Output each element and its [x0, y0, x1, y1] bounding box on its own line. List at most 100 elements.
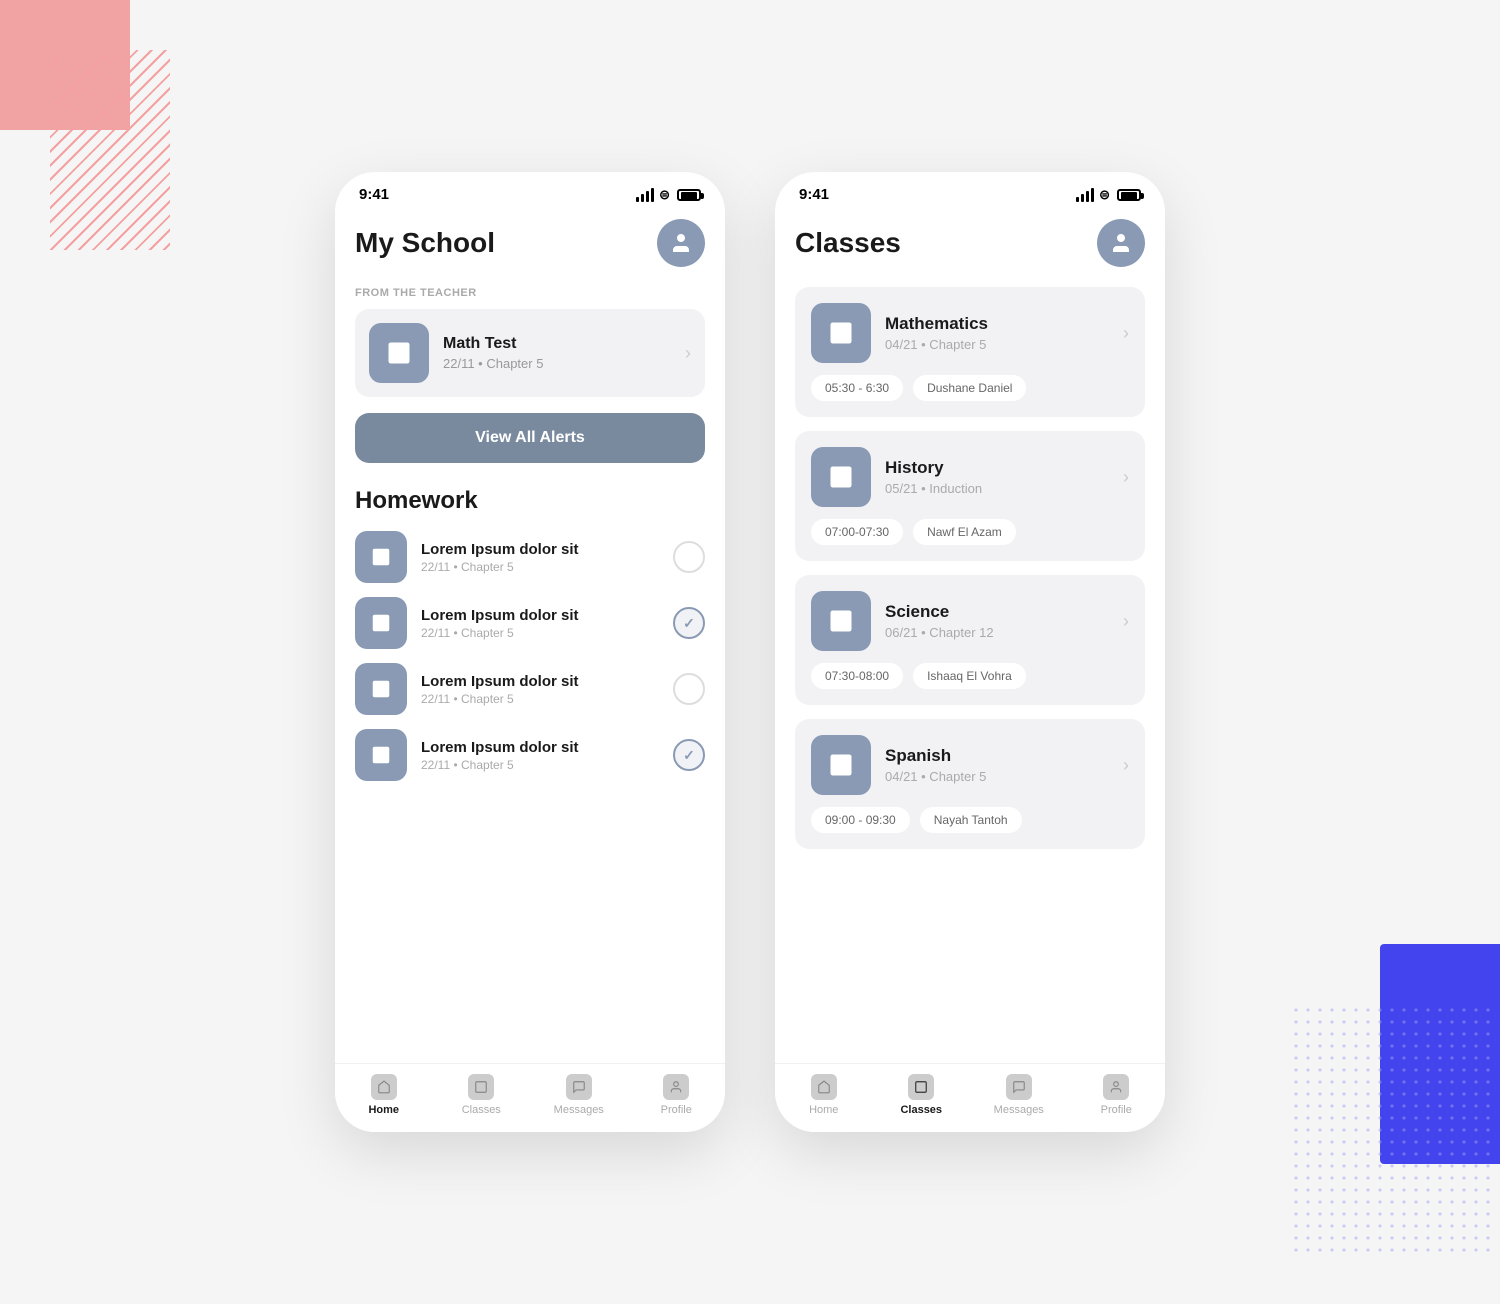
tab-label-classes-2: Classes — [900, 1104, 942, 1116]
wifi-icon-2: ⊜ — [1099, 187, 1110, 203]
decorative-dots — [1290, 1004, 1490, 1254]
tab-home-2[interactable]: Home — [775, 1074, 873, 1116]
class-chevron-science: › — [1123, 611, 1129, 632]
class-chevron-history: › — [1123, 467, 1129, 488]
tab-profile-2[interactable]: Profile — [1068, 1074, 1166, 1116]
hw-thumb-icon-1 — [370, 546, 392, 568]
home-svg-2 — [817, 1080, 831, 1094]
hw-thumb-icon-2 — [370, 612, 392, 634]
alert-thumb-icon — [385, 339, 413, 367]
hw-thumb-icon-4 — [370, 744, 392, 766]
class-card-spanish[interactable]: Spanish 04/21 • Chapter 5 › 09:00 - 09:3… — [795, 719, 1145, 849]
class-time-history: 07:00-07:30 — [811, 519, 903, 545]
battery-icon-2 — [1117, 189, 1141, 201]
page-title-1: My School — [355, 227, 495, 259]
class-title-science: Science — [885, 602, 1109, 622]
from-teacher-section: FROM THE TEACHER Math Test 22/11 • Chapt… — [355, 287, 705, 397]
classes-svg-2 — [914, 1080, 928, 1094]
alert-card[interactable]: Math Test 22/11 • Chapter 5 › — [355, 309, 705, 397]
class-thumb-math — [811, 303, 871, 363]
time-display-1: 9:41 — [359, 186, 389, 203]
class-thumb-icon-science — [827, 607, 855, 635]
messages-icon-1 — [566, 1074, 592, 1100]
hw-info-1: Lorem Ipsum dolor sit 22/11 • Chapter 5 — [421, 541, 659, 574]
tab-bar-2: Home Classes Messages Profile — [775, 1063, 1165, 1132]
view-all-alerts-button[interactable]: View All Alerts — [355, 413, 705, 463]
tab-bar-1: Home Classes Messages Profile — [335, 1063, 725, 1132]
hw-thumb-2 — [355, 597, 407, 649]
class-title-history: History — [885, 458, 1109, 478]
signal-icon-1 — [636, 188, 654, 202]
classes-svg-1 — [474, 1080, 488, 1094]
class-card-math[interactable]: Mathematics 04/21 • Chapter 5 › 05:30 - … — [795, 287, 1145, 417]
class-teacher-history: Nawf El Azam — [913, 519, 1016, 545]
class-thumb-spanish — [811, 735, 871, 795]
messages-svg-2 — [1012, 1080, 1026, 1094]
class-tags-spanish: 09:00 - 09:30 Nayah Tantoh — [811, 807, 1129, 833]
hw-check-2[interactable] — [673, 607, 705, 639]
hw-check-3[interactable] — [673, 673, 705, 705]
tab-home-1[interactable]: Home — [335, 1074, 433, 1116]
class-title-spanish: Spanish — [885, 746, 1109, 766]
class-thumb-icon-history — [827, 463, 855, 491]
hw-title-4: Lorem Ipsum dolor sit — [421, 739, 659, 756]
status-icons-2: ⊜ — [1076, 187, 1141, 203]
alert-info: Math Test 22/11 • Chapter 5 — [443, 335, 671, 371]
alert-thumb — [369, 323, 429, 383]
phone-1-content: My School FROM THE TEACHER — [335, 209, 725, 1063]
tab-label-profile-1: Profile — [661, 1104, 692, 1116]
tab-messages-1[interactable]: Messages — [530, 1074, 628, 1116]
class-thumb-icon-math — [827, 319, 855, 347]
class-subtitle-math: 04/21 • Chapter 5 — [885, 337, 1109, 352]
tab-messages-2[interactable]: Messages — [970, 1074, 1068, 1116]
home-svg-1 — [377, 1080, 391, 1094]
phone-2: 9:41 ⊜ Classes — [775, 172, 1165, 1132]
tab-classes-1[interactable]: Classes — [433, 1074, 531, 1116]
class-info-spanish: Spanish 04/21 • Chapter 5 — [885, 746, 1109, 784]
time-display-2: 9:41 — [799, 186, 829, 203]
class-card-science[interactable]: Science 06/21 • Chapter 12 › 07:30-08:00… — [795, 575, 1145, 705]
class-teacher-spanish: Nayah Tantoh — [920, 807, 1022, 833]
phones-container: 9:41 ⊜ My School FROM TH — [335, 172, 1165, 1132]
tab-label-classes-1: Classes — [462, 1104, 501, 1116]
class-teacher-science: Ishaaq El Vohra — [913, 663, 1026, 689]
status-bar-2: 9:41 ⊜ — [775, 172, 1165, 209]
tab-classes-2[interactable]: Classes — [873, 1074, 971, 1116]
classes-icon-1 — [468, 1074, 494, 1100]
messages-svg-1 — [572, 1080, 586, 1094]
class-time-spanish: 09:00 - 09:30 — [811, 807, 910, 833]
homework-item[interactable]: Lorem Ipsum dolor sit 22/11 • Chapter 5 — [355, 597, 705, 649]
class-card-top-history: History 05/21 • Induction › — [811, 447, 1129, 507]
tab-label-home-1: Home — [368, 1104, 399, 1116]
avatar-icon-1 — [669, 231, 693, 255]
hw-info-3: Lorem Ipsum dolor sit 22/11 • Chapter 5 — [421, 673, 659, 706]
profile-svg-2 — [1109, 1080, 1123, 1094]
tab-label-profile-2: Profile — [1101, 1104, 1132, 1116]
home-icon-1 — [371, 1074, 397, 1100]
homework-item[interactable]: Lorem Ipsum dolor sit 22/11 • Chapter 5 — [355, 663, 705, 715]
phone-1-header: My School — [355, 209, 705, 287]
page-title-2: Classes — [795, 227, 901, 259]
hw-check-1[interactable] — [673, 541, 705, 573]
alert-chevron: › — [685, 343, 691, 364]
avatar-1[interactable] — [657, 219, 705, 267]
avatar-2[interactable] — [1097, 219, 1145, 267]
class-card-top-spanish: Spanish 04/21 • Chapter 5 › — [811, 735, 1129, 795]
homework-item[interactable]: Lorem Ipsum dolor sit 22/11 • Chapter 5 — [355, 729, 705, 781]
phone-2-header: Classes — [795, 209, 1145, 287]
class-info-math: Mathematics 04/21 • Chapter 5 — [885, 314, 1109, 352]
hw-subtitle-1: 22/11 • Chapter 5 — [421, 560, 659, 574]
class-card-top-science: Science 06/21 • Chapter 12 › — [811, 591, 1129, 651]
class-card-history[interactable]: History 05/21 • Induction › 07:00-07:30 … — [795, 431, 1145, 561]
avatar-icon-2 — [1109, 231, 1133, 255]
homework-item[interactable]: Lorem Ipsum dolor sit 22/11 • Chapter 5 — [355, 531, 705, 583]
hw-check-4[interactable] — [673, 739, 705, 771]
tab-label-home-2: Home — [809, 1104, 838, 1116]
tab-label-messages-1: Messages — [554, 1104, 604, 1116]
tab-profile-1[interactable]: Profile — [628, 1074, 726, 1116]
class-time-science: 07:30-08:00 — [811, 663, 903, 689]
class-info-science: Science 06/21 • Chapter 12 — [885, 602, 1109, 640]
status-bar-1: 9:41 ⊜ — [335, 172, 725, 209]
class-tags-history: 07:00-07:30 Nawf El Azam — [811, 519, 1129, 545]
class-card-top-math: Mathematics 04/21 • Chapter 5 › — [811, 303, 1129, 363]
